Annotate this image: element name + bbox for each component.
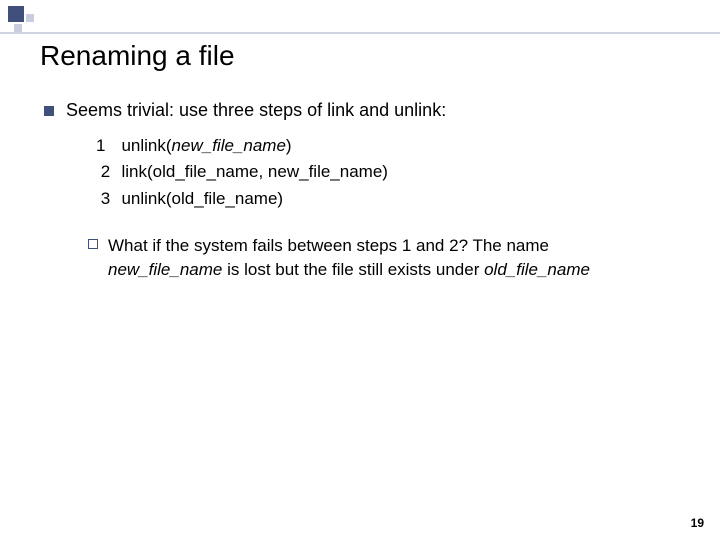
- step-text: link(old_file_name, new_file_name): [121, 162, 387, 181]
- slide-title: Renaming a file: [40, 40, 690, 72]
- page-number: 19: [691, 516, 704, 530]
- step-text-suffix: ): [286, 136, 292, 155]
- deco-square-large: [8, 6, 24, 22]
- open-square-bullet-icon: [88, 239, 98, 249]
- square-bullet-icon: [44, 106, 54, 116]
- step-number: 2: [101, 159, 117, 185]
- deco-square-small: [26, 14, 34, 22]
- slide-content: Renaming a file Seems trivial: use three…: [40, 40, 690, 282]
- sub-bullet-text: What if the system fails between steps 1…: [108, 234, 668, 282]
- step-arg: new_file_name: [172, 136, 286, 155]
- step-3: 3 unlink(old_file_name): [96, 186, 690, 212]
- bullet-text: Seems trivial: use three steps of link a…: [66, 100, 446, 121]
- sub-bullet: What if the system fails between steps 1…: [88, 234, 690, 282]
- header-rule: [0, 32, 720, 34]
- step-number: 1: [96, 133, 112, 159]
- step-number: 3: [101, 186, 117, 212]
- sub-mid: is lost but the file still exists under: [222, 260, 484, 279]
- corner-decoration: [8, 6, 42, 30]
- sub-lead: What if the system fails between steps 1…: [108, 236, 549, 255]
- bullet-level-1: Seems trivial: use three steps of link a…: [44, 100, 690, 121]
- sub-em2: old_file_name: [484, 260, 590, 279]
- sub-em1: new_file_name: [108, 260, 222, 279]
- step-text: unlink(old_file_name): [121, 189, 283, 208]
- step-1: 1 unlink(new_file_name): [96, 133, 690, 159]
- step-2: 2 link(old_file_name, new_file_name): [96, 159, 690, 185]
- deco-square-small: [14, 24, 22, 32]
- step-text-prefix: unlink(: [121, 136, 171, 155]
- numbered-steps: 1 unlink(new_file_name) 2 link(old_file_…: [96, 133, 690, 212]
